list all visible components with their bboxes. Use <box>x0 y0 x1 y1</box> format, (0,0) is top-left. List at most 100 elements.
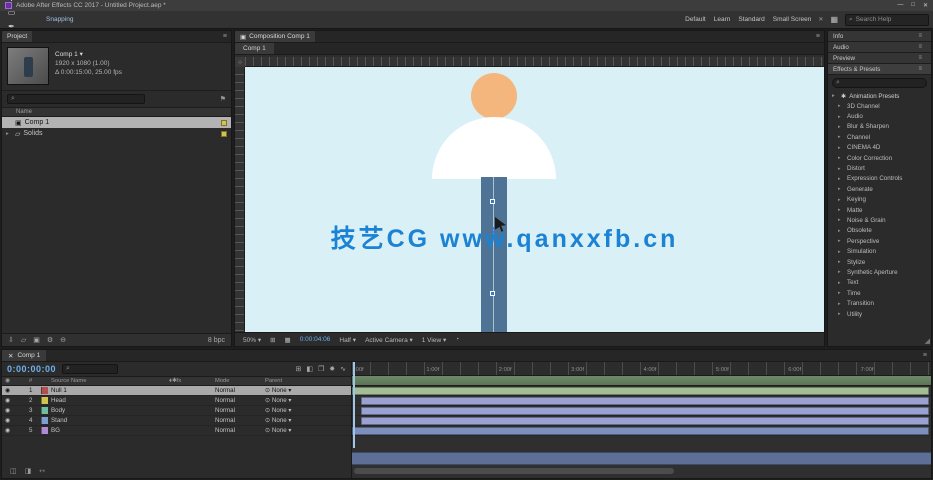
expander-icon[interactable]: ▸ <box>838 197 844 203</box>
expander-icon[interactable]: ▸ <box>838 311 844 317</box>
selection-handle-bottom[interactable] <box>490 291 495 296</box>
layer-duration-bar[interactable] <box>361 397 929 405</box>
layer-parent-select[interactable]: ⊙ None ▾ <box>262 417 322 424</box>
effect-category-row[interactable]: ▸ Noise & Grain <box>828 215 931 225</box>
effect-category-row[interactable]: ▸ Audio <box>828 111 931 121</box>
project-item-row[interactable]: ▸ ▱ Solids <box>2 128 231 139</box>
bit-depth-button[interactable]: 8 bpc <box>208 337 225 344</box>
workspace-tab[interactable]: Default <box>685 16 706 23</box>
panel-resize-grip[interactable]: ◢ <box>925 337 930 345</box>
project-list-header[interactable]: Name <box>2 107 231 117</box>
expander-icon[interactable]: ▸ <box>838 207 844 213</box>
eye-icon[interactable]: ◉ <box>2 397 26 404</box>
preview-comp-name[interactable]: Comp 1 ▾ <box>55 50 122 58</box>
workspace-grid-icon[interactable]: ▦ <box>830 15 838 24</box>
layer-name[interactable]: Null 1 <box>48 387 166 394</box>
layer-name[interactable]: Body <box>48 407 166 414</box>
stacked-panel-header[interactable]: Preview ≡ <box>828 53 931 64</box>
layer-duration-bar[interactable] <box>361 417 929 425</box>
current-time-indicator[interactable] <box>353 362 355 448</box>
effect-category-row[interactable]: ▸ Blur & Sharpen <box>828 122 931 132</box>
layer-duration-bar[interactable] <box>352 427 929 435</box>
timeline-footer-icon[interactable]: ◫ <box>10 467 17 475</box>
effect-category-row[interactable]: ▸ CINEMA 4D <box>828 143 931 153</box>
expander-icon[interactable]: ▸ <box>838 155 844 161</box>
timeline-tab[interactable]: ✕ Comp 1 <box>2 350 46 361</box>
effect-category-row[interactable]: ▸ Utility <box>828 309 931 319</box>
current-time-display[interactable]: 0:00:00:00 <box>7 364 56 374</box>
project-tab[interactable]: Project <box>2 31 32 42</box>
project-footer-icon[interactable]: ▱ <box>21 336 26 344</box>
eye-icon[interactable]: ◉ <box>2 407 26 414</box>
layer-row[interactable]: ◉ 4 Stand Normal ⊙ None ▾ <box>2 416 351 426</box>
project-footer-icon[interactable]: ⚙ <box>47 336 53 344</box>
effect-category-row[interactable]: ▸ Perspective <box>828 236 931 246</box>
layer-parent-select[interactable]: ⊙ None ▾ <box>262 407 322 414</box>
stacked-panel-header[interactable]: Effects & Presets ≡ <box>828 64 931 75</box>
project-footer-icon[interactable]: ⇩ <box>8 336 14 344</box>
stacked-panel-header[interactable]: Info ≡ <box>828 31 931 42</box>
layer-blend-mode[interactable]: Normal <box>212 387 262 394</box>
expander-icon[interactable]: ▸ <box>838 145 844 151</box>
comp-status-item[interactable]: 1 View ▾ <box>422 336 446 344</box>
comp-status-item[interactable]: ⊞ <box>270 336 275 344</box>
timeline-toggle-icon[interactable]: ◧ <box>306 365 313 373</box>
effect-category-row[interactable]: ▸ Expression Controls <box>828 174 931 184</box>
snapping-toggle[interactable]: Snapping <box>46 16 73 23</box>
tool-button[interactable]: ✛ <box>4 0 19 6</box>
comp-status-item[interactable]: Active Camera ▾ <box>365 336 413 344</box>
expander-icon[interactable]: ▸ <box>838 228 844 234</box>
layer-blend-mode[interactable]: Normal <box>212 397 262 404</box>
selection-handle-top[interactable] <box>490 199 495 204</box>
timeline-search-input[interactable]: ⌕ <box>62 364 118 374</box>
layer-name[interactable]: BG <box>48 427 166 434</box>
effect-category-row[interactable]: ▸ Time <box>828 288 931 298</box>
panel-menu-icon[interactable]: ≡ <box>914 44 926 50</box>
effect-category-row[interactable]: ▸ Transition <box>828 298 931 308</box>
time-navigator-bar[interactable] <box>352 452 931 465</box>
expander-icon[interactable]: ▸ <box>838 103 844 109</box>
expander-icon[interactable]: ▸ <box>838 249 844 255</box>
maximize-button[interactable]: □ <box>911 2 915 9</box>
time-ruler[interactable]: :00f 1:00f 2:00f 3:00f 4:00f 5:00f 6:00f… <box>352 362 931 376</box>
expander-icon[interactable]: ▸ <box>838 290 844 296</box>
expander-icon[interactable]: ▸ <box>838 217 844 223</box>
horizontal-scrollbar[interactable] <box>354 468 674 474</box>
effect-category-row[interactable]: ▸ Color Correction <box>828 153 931 163</box>
close-button[interactable]: ✕ <box>923 2 928 9</box>
panel-menu-icon[interactable]: ≡ <box>914 33 926 39</box>
effect-category-row[interactable]: ▸ Matte <box>828 205 931 215</box>
timeline-footer-icon[interactable]: ◨ <box>25 467 32 475</box>
effect-category-row[interactable]: ▸ Obsolete <box>828 226 931 236</box>
eye-icon[interactable]: ◉ <box>2 427 26 434</box>
tool-button[interactable]: ▭ <box>4 6 19 20</box>
project-footer-icon[interactable]: ⊖ <box>60 336 66 344</box>
eye-icon[interactable]: ◉ <box>2 387 26 394</box>
effect-category-row[interactable]: ▸ 3D Channel <box>828 101 931 111</box>
layer-color-chip[interactable] <box>41 427 48 434</box>
panel-menu-icon[interactable]: ≡ <box>812 31 824 42</box>
project-footer-icon[interactable]: ▣ <box>33 336 40 344</box>
expander-icon[interactable]: ▸ <box>838 280 844 286</box>
expander-icon[interactable]: ▸ <box>838 301 844 307</box>
expander-icon[interactable]: ▸ <box>838 124 844 130</box>
comp-status-item[interactable]: Half ▾ <box>339 336 356 344</box>
timeline-toggle-icon[interactable]: ❐ <box>318 365 324 373</box>
layer-name[interactable]: Stand <box>48 417 166 424</box>
effect-category-row[interactable]: ▸ Generate <box>828 184 931 194</box>
layer-row[interactable]: ◉ 2 Head Normal ⊙ None ▾ <box>2 396 351 406</box>
effect-category-row[interactable]: ▸ Simulation <box>828 246 931 256</box>
panel-menu-icon[interactable]: ≡ <box>914 55 926 61</box>
layer-color-chip[interactable] <box>41 397 48 404</box>
layer-duration-bar[interactable] <box>361 407 929 415</box>
layer-row[interactable]: ◉ 3 Body Normal ⊙ None ▾ <box>2 406 351 416</box>
comp-status-item[interactable]: ◔ <box>455 336 459 343</box>
vertical-ruler[interactable] <box>235 67 245 331</box>
work-area-bar[interactable] <box>352 376 931 386</box>
ruler-origin-button[interactable]: ⊹ <box>235 57 245 67</box>
composition-tab[interactable]: ▣ Composition Comp 1 <box>235 31 315 42</box>
layer-color-chip[interactable] <box>41 417 48 424</box>
help-search-input[interactable]: ⌕ Search Help <box>845 14 929 26</box>
effect-category-row[interactable]: ▸ Channel <box>828 132 931 142</box>
expander-icon[interactable]: ▸ <box>838 269 844 275</box>
